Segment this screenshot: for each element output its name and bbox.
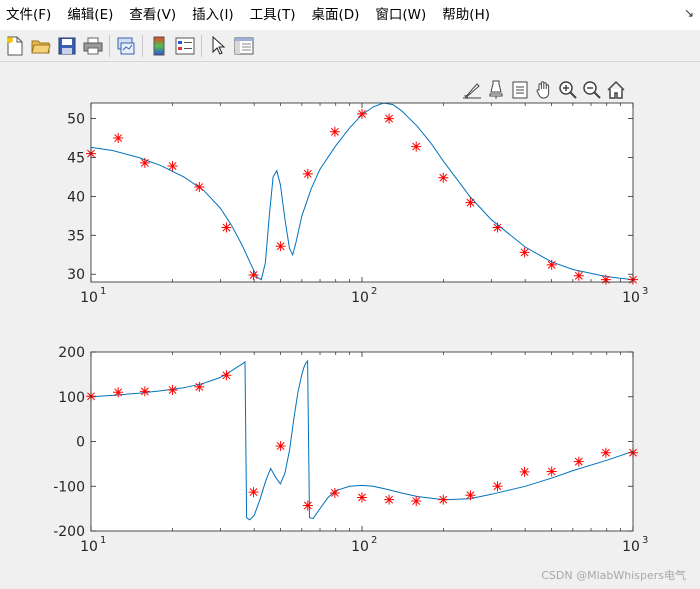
x-tick-exponent: 3 [642,535,648,546]
data-marker [600,274,611,285]
data-marker [329,487,340,498]
data-marker [139,386,150,397]
data-marker [384,494,395,505]
x-tick-exponent: 3 [642,286,648,297]
data-marker [438,172,449,183]
data-marker [519,247,530,258]
data-marker [194,182,205,193]
x-tick-label: 10 [80,539,98,555]
x-tick-exponent: 2 [371,535,377,546]
x-tick-label: 10 [80,290,98,306]
y-tick-label: 200 [58,345,85,361]
data-marker [384,113,395,124]
data-marker [302,500,313,511]
data-marker [492,222,503,233]
data-marker [357,108,367,119]
data-marker [519,466,530,477]
data-marker [167,385,178,396]
data-marker [275,241,286,252]
data-marker [465,197,476,208]
data-marker [465,490,476,501]
data-marker [573,270,584,281]
data-marker [113,133,124,144]
plot-canvas: 10 1 10 2 10 3303540455010 1 10 2 10 3-200-1000100… [53,102,648,555]
data-marker [357,492,367,503]
data-marker [139,157,150,168]
data-marker [167,161,178,172]
data-marker [492,481,503,492]
data-marker [546,259,557,270]
y-tick-label: 50 [67,112,85,128]
data-marker [411,496,422,507]
data-marker [411,141,422,152]
axes-1-background [91,103,633,282]
data-marker [113,387,124,398]
x-tick-label: 10 [351,290,369,306]
x-tick-label: 10 [351,539,369,555]
y-tick-label: 45 [67,150,85,166]
y-tick-label: 35 [67,228,85,244]
x-tick-exponent: 1 [100,286,106,297]
data-marker [221,222,232,233]
data-marker [194,381,205,392]
data-marker [600,447,611,458]
data-marker [438,494,449,505]
data-marker [248,487,259,498]
watermark-text: CSDN @MlabWhispers电气 [541,569,686,582]
data-marker [546,466,557,477]
y-tick-label: -100 [53,479,85,495]
axes-2-background [91,352,633,531]
x-tick-label: 10 [622,539,640,555]
data-marker [302,168,313,179]
data-marker [573,456,584,467]
data-marker [275,440,286,451]
y-tick-label: -200 [53,524,85,540]
y-tick-label: 40 [67,189,85,205]
y-tick-label: 100 [58,390,85,406]
x-tick-label: 10 [622,290,640,306]
y-tick-label: 30 [67,267,85,283]
data-marker [248,269,259,280]
x-tick-exponent: 2 [371,286,377,297]
x-tick-exponent: 1 [100,535,106,546]
data-marker [221,370,232,381]
y-tick-label: 0 [76,435,85,451]
data-marker [329,126,340,137]
